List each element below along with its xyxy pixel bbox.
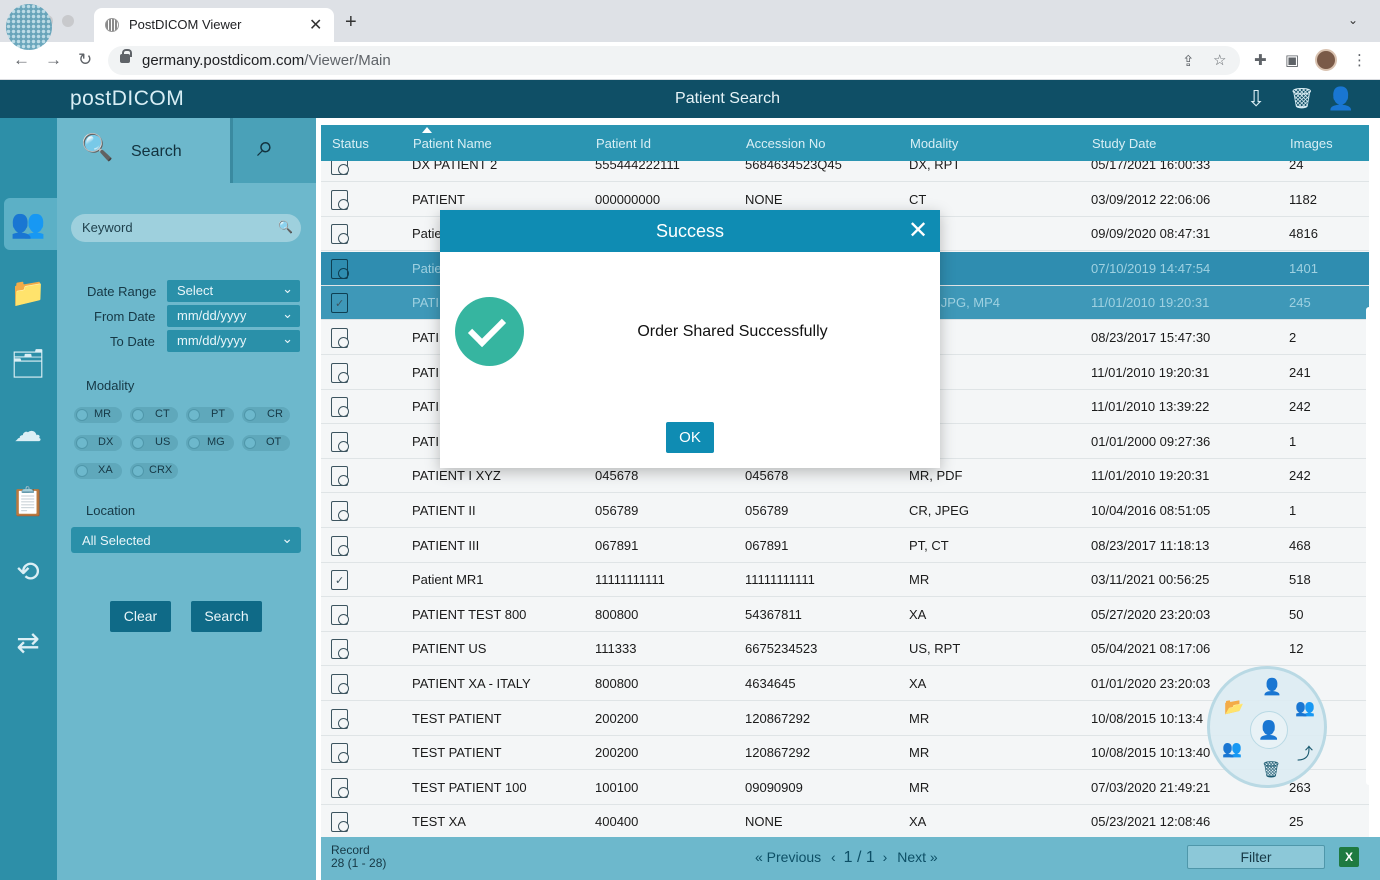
new-tab-icon[interactable]: + bbox=[345, 11, 357, 34]
url-text: germany.postdicom.com/Viewer/Main bbox=[142, 52, 391, 69]
close-icon[interactable]: ✕ bbox=[908, 216, 928, 245]
browser-tab-bar: PostDICOM Viewer ✕ + ⌄ bbox=[0, 0, 1380, 42]
tab-close-icon[interactable]: ✕ bbox=[309, 15, 322, 35]
back-icon[interactable]: ← bbox=[13, 50, 30, 70]
modal-overlay bbox=[0, 80, 1380, 880]
dialog-message: Order Shared Successfully bbox=[637, 323, 828, 340]
address-bar[interactable]: germany.postdicom.com/Viewer/Main ⇪ ☆ bbox=[108, 46, 1240, 75]
window-zoom-dot[interactable] bbox=[62, 15, 74, 27]
extensions-icon[interactable]: ✚ bbox=[1254, 51, 1267, 69]
tab-title: PostDICOM Viewer bbox=[129, 17, 242, 32]
reload-icon[interactable]: ↻ bbox=[78, 50, 92, 70]
side-panel-icon[interactable]: ▣ bbox=[1285, 51, 1299, 69]
dialog-header: Success ✕ bbox=[440, 210, 940, 252]
success-dialog: Success ✕ Order Shared Successfully OK bbox=[440, 210, 940, 468]
tab-search-icon[interactable]: ⌄ bbox=[1348, 13, 1358, 27]
favicon-icon bbox=[105, 18, 119, 32]
dialog-title: Success bbox=[655, 221, 725, 241]
lock-icon[interactable] bbox=[120, 49, 132, 63]
browser-toolbar: ← → ↻ germany.postdicom.com/Viewer/Main … bbox=[0, 42, 1380, 80]
share-icon[interactable]: ⇪ bbox=[1182, 52, 1195, 70]
bookmark-star-icon[interactable]: ☆ bbox=[1213, 51, 1226, 69]
forward-icon[interactable]: → bbox=[45, 50, 62, 70]
ok-button[interactable]: OK bbox=[666, 422, 714, 453]
profile-avatar[interactable] bbox=[1315, 49, 1337, 71]
checkmark-icon bbox=[455, 297, 524, 366]
browser-tab[interactable]: PostDICOM Viewer ✕ bbox=[94, 8, 334, 42]
browser-menu-icon[interactable]: ⋮ bbox=[1352, 51, 1367, 69]
globe-logo-icon bbox=[6, 4, 52, 50]
